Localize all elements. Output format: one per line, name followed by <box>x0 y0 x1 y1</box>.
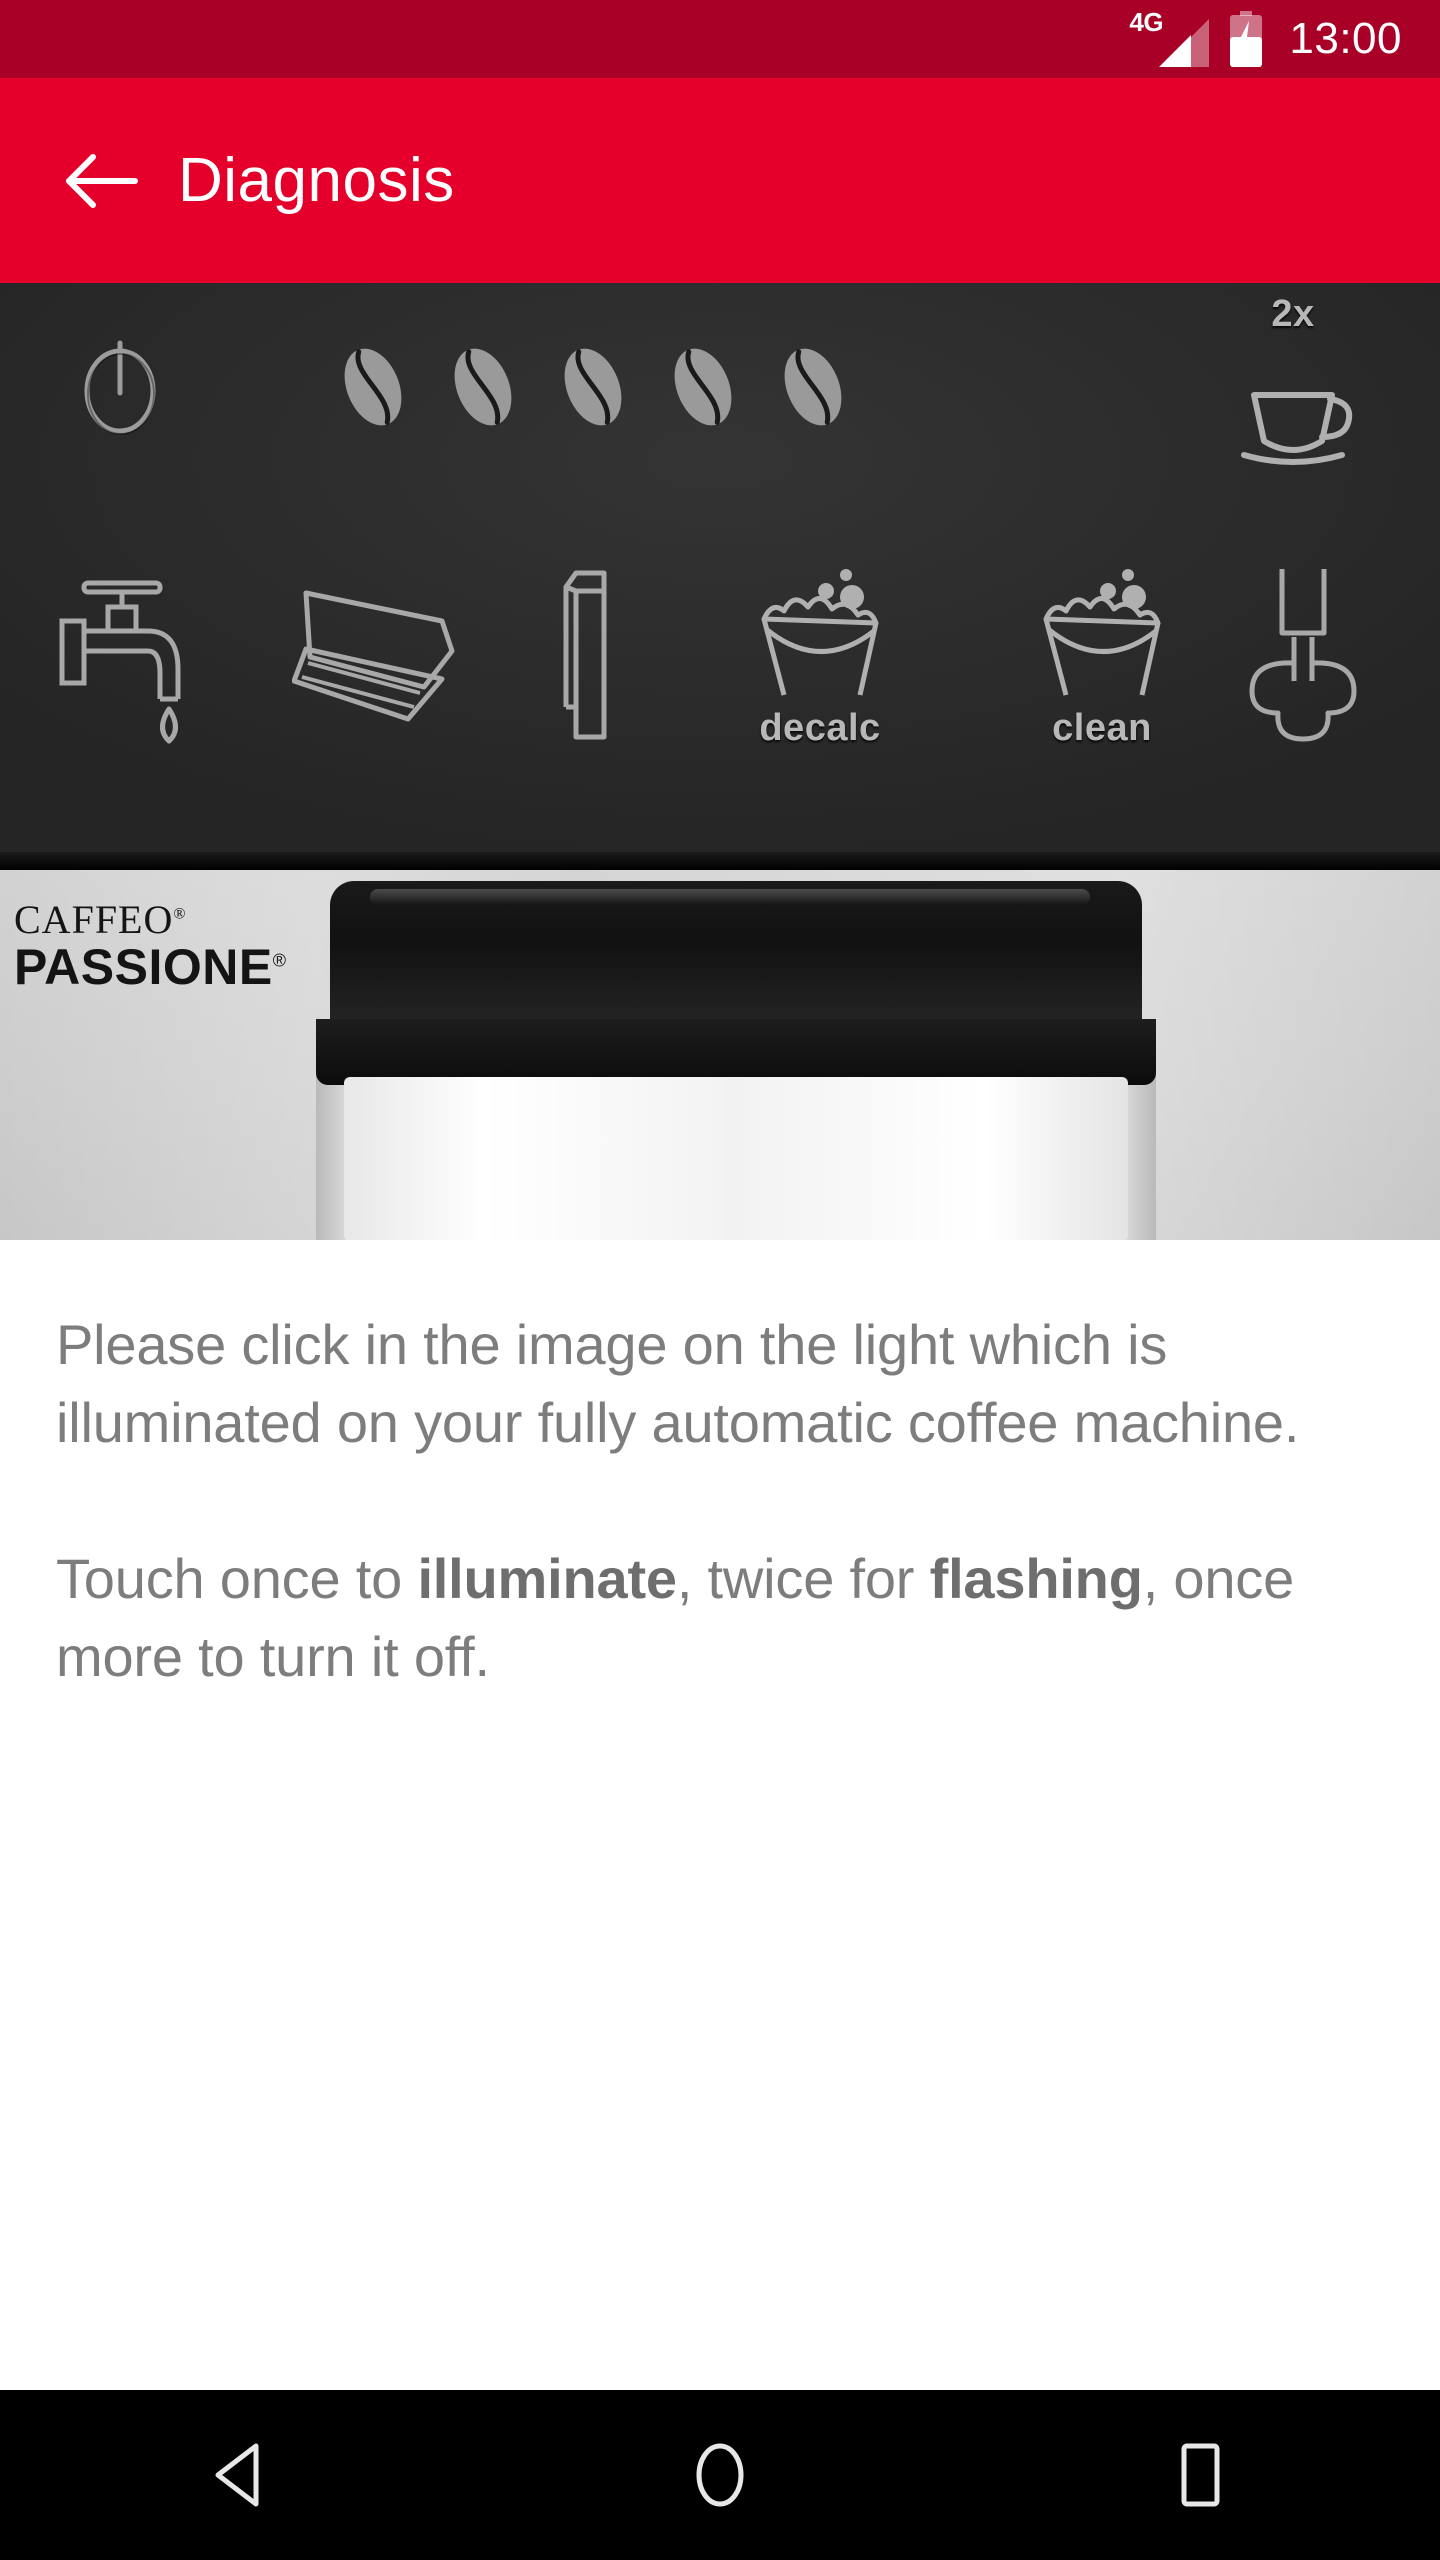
page-title: Diagnosis <box>178 146 455 215</box>
instructions-section: Please click in the image on the light w… <box>0 1240 1440 1696</box>
milk-frother-icon[interactable] <box>1234 563 1384 748</box>
double-cup-icon[interactable]: 2x <box>1218 293 1368 487</box>
tray-highlight <box>370 889 1090 905</box>
tray-body <box>344 1077 1128 1240</box>
coffee-bean-3-icon[interactable] <box>558 341 628 433</box>
power-button-icon[interactable] <box>78 333 162 437</box>
water-filter-icon[interactable] <box>552 565 622 755</box>
p2-part2: , twice for <box>676 1547 930 1610</box>
nav-recents-icon <box>1181 2443 1220 2507</box>
battery-charging-icon <box>1225 11 1267 67</box>
nav-home-icon <box>696 2443 744 2507</box>
nav-recents-button[interactable] <box>1100 2390 1300 2560</box>
controls-row-1: 2x <box>0 283 1440 543</box>
coffee-machine-image[interactable]: 2x decalc clean CAFFEO® PASSIONE® <box>0 283 1440 1240</box>
brand-passione: PASSIONE <box>14 939 273 995</box>
registered-mark-1: ® <box>173 905 187 923</box>
coffee-bean-1-icon[interactable] <box>338 341 408 433</box>
signal-triangle-icon <box>1159 19 1210 67</box>
android-nav-bar <box>0 2390 1440 2560</box>
back-button[interactable] <box>46 126 156 236</box>
nav-home-button[interactable] <box>620 2390 820 2560</box>
descale-label: decalc <box>759 707 881 749</box>
water-tap-icon[interactable] <box>52 573 212 753</box>
control-panel: 2x decalc clean <box>0 283 1440 870</box>
nav-back-icon <box>215 2443 259 2507</box>
drip-tray-photo <box>316 881 1156 1240</box>
status-bar: 4G 13:00 <box>0 0 1440 78</box>
instruction-paragraph-2: Touch once to illuminate, twice for flas… <box>56 1540 1384 1696</box>
signal-bars-icon: 4G <box>1129 9 1210 67</box>
p2-bold-illuminate: illuminate <box>417 1547 677 1610</box>
nav-back-button[interactable] <box>140 2390 340 2560</box>
brand-caffeo: CAFFEO <box>14 897 174 942</box>
coffee-bean-2-icon[interactable] <box>448 341 518 433</box>
coffee-bean-4-icon[interactable] <box>668 341 738 433</box>
controls-row-2: decalc clean <box>0 543 1440 863</box>
clean-icon[interactable]: clean <box>1022 557 1182 749</box>
drip-tray-icon[interactable] <box>292 579 462 739</box>
phone-screen: 4G 13:00 Diagnosis 2x decalc clean CAFFE… <box>0 0 1440 2560</box>
tray-middle <box>316 1019 1156 1085</box>
registered-mark-2: ® <box>272 950 287 971</box>
clean-label: clean <box>1052 707 1152 749</box>
coffee-bean-5-icon[interactable] <box>778 341 848 433</box>
tray-top <box>330 881 1142 1031</box>
double-cup-label: 2x <box>1271 293 1315 335</box>
p2-part1: Touch once to <box>56 1547 418 1610</box>
status-bar-icons: 4G 13:00 <box>1129 9 1402 67</box>
back-arrow-icon <box>66 153 138 208</box>
descale-icon[interactable]: decalc <box>740 557 900 749</box>
p2-bold-flashing: flashing <box>929 1547 1143 1610</box>
instruction-paragraph-1: Please click in the image on the light w… <box>56 1313 1300 1454</box>
status-bar-clock: 13:00 <box>1289 14 1402 63</box>
brand-logo: CAFFEO® PASSIONE® <box>14 897 287 995</box>
app-bar: Diagnosis <box>0 78 1440 283</box>
